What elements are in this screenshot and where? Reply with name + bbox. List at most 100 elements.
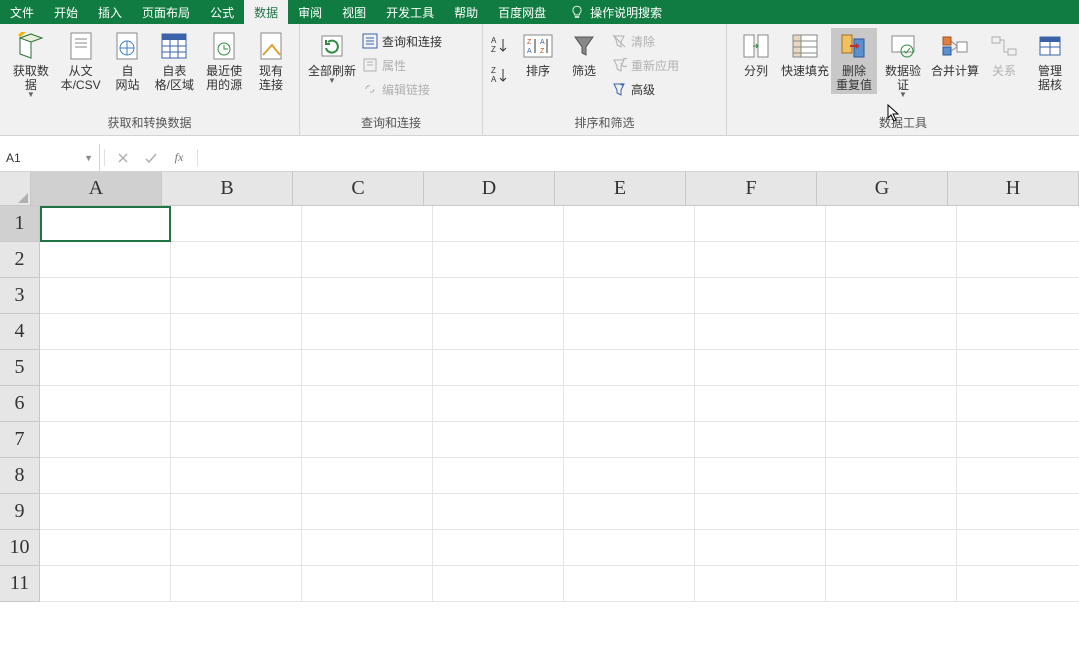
- cell[interactable]: [957, 314, 1079, 350]
- cell[interactable]: [171, 494, 302, 530]
- cell[interactable]: [433, 350, 564, 386]
- formula-input[interactable]: [202, 144, 1079, 171]
- cell[interactable]: [826, 530, 957, 566]
- col-header-d[interactable]: D: [424, 172, 555, 206]
- cell[interactable]: [826, 566, 957, 602]
- cell[interactable]: [957, 566, 1079, 602]
- row-header-1[interactable]: 1: [0, 206, 40, 242]
- cell[interactable]: [695, 530, 826, 566]
- edit-links-button[interactable]: 编辑链接: [358, 78, 446, 100]
- row-header-6[interactable]: 6: [0, 386, 40, 422]
- cell[interactable]: [40, 386, 171, 422]
- cell[interactable]: [564, 494, 695, 530]
- col-header-g[interactable]: G: [817, 172, 948, 206]
- cell[interactable]: [302, 530, 433, 566]
- cell[interactable]: [957, 206, 1079, 242]
- cell[interactable]: [302, 566, 433, 602]
- cell[interactable]: [433, 386, 564, 422]
- menu-view[interactable]: 视图: [332, 0, 376, 24]
- tell-me-search[interactable]: 操作说明搜索: [590, 4, 662, 21]
- enter-formula-button[interactable]: [137, 144, 165, 171]
- sort-desc-button[interactable]: ZA: [489, 64, 509, 86]
- cell[interactable]: [302, 350, 433, 386]
- cell[interactable]: [171, 242, 302, 278]
- cell[interactable]: [957, 458, 1079, 494]
- cell[interactable]: [302, 386, 433, 422]
- cell[interactable]: [564, 458, 695, 494]
- menu-home[interactable]: 开始: [44, 0, 88, 24]
- row-header-5[interactable]: 5: [0, 350, 40, 386]
- cell[interactable]: [433, 530, 564, 566]
- cell[interactable]: [433, 278, 564, 314]
- cell[interactable]: [564, 206, 695, 242]
- clear-filter-button[interactable]: 清除: [607, 30, 683, 52]
- cell[interactable]: [826, 422, 957, 458]
- cell[interactable]: [433, 314, 564, 350]
- cell[interactable]: [40, 242, 171, 278]
- cell[interactable]: [957, 422, 1079, 458]
- cell[interactable]: [695, 494, 826, 530]
- cell[interactable]: [957, 494, 1079, 530]
- from-text-csv-button[interactable]: 从文本/CSV: [56, 28, 106, 94]
- cell[interactable]: [957, 278, 1079, 314]
- cell[interactable]: [695, 206, 826, 242]
- sort-asc-button[interactable]: AZ: [489, 34, 509, 56]
- get-data-button[interactable]: 获取数据 ▼: [6, 28, 56, 101]
- text-to-columns-button[interactable]: 分列: [733, 28, 779, 80]
- manage-data-model-button[interactable]: 管理据核: [1027, 28, 1073, 94]
- cell[interactable]: [40, 566, 171, 602]
- cell[interactable]: [171, 386, 302, 422]
- cell[interactable]: [171, 458, 302, 494]
- row-header-8[interactable]: 8: [0, 458, 40, 494]
- cell[interactable]: [433, 242, 564, 278]
- cell[interactable]: [826, 314, 957, 350]
- relationships-button[interactable]: 关系: [981, 28, 1027, 80]
- cell[interactable]: [433, 566, 564, 602]
- col-header-f[interactable]: F: [686, 172, 817, 206]
- from-web-button[interactable]: 自网站: [105, 28, 149, 94]
- menu-devtools[interactable]: 开发工具: [376, 0, 444, 24]
- cell[interactable]: [433, 422, 564, 458]
- sort-button[interactable]: ZAAZ 排序: [515, 28, 561, 80]
- cell[interactable]: [826, 350, 957, 386]
- cell[interactable]: [826, 494, 957, 530]
- insert-function-button[interactable]: fx: [165, 144, 193, 171]
- cell[interactable]: [171, 530, 302, 566]
- cell[interactable]: [564, 350, 695, 386]
- col-header-e[interactable]: E: [555, 172, 686, 206]
- recent-sources-button[interactable]: 最近使用的源: [199, 28, 249, 94]
- cell[interactable]: [171, 566, 302, 602]
- cell[interactable]: [957, 350, 1079, 386]
- cell[interactable]: [171, 206, 302, 242]
- menu-pagelayout[interactable]: 页面布局: [132, 0, 200, 24]
- cell[interactable]: [302, 458, 433, 494]
- flash-fill-button[interactable]: 快速填充: [779, 28, 831, 80]
- row-header-2[interactable]: 2: [0, 242, 40, 278]
- cell[interactable]: [564, 530, 695, 566]
- menu-insert[interactable]: 插入: [88, 0, 132, 24]
- col-header-c[interactable]: C: [293, 172, 424, 206]
- cell[interactable]: [40, 530, 171, 566]
- menu-formulas[interactable]: 公式: [200, 0, 244, 24]
- cell[interactable]: [40, 350, 171, 386]
- cell[interactable]: [826, 206, 957, 242]
- cell[interactable]: [564, 314, 695, 350]
- menu-file[interactable]: 文件: [0, 0, 44, 24]
- cell[interactable]: [171, 314, 302, 350]
- cell[interactable]: [826, 458, 957, 494]
- menu-review[interactable]: 审阅: [288, 0, 332, 24]
- from-table-range-button[interactable]: 自表格/区域: [149, 28, 199, 94]
- cell[interactable]: [171, 278, 302, 314]
- cell[interactable]: [957, 242, 1079, 278]
- cell[interactable]: [40, 278, 171, 314]
- cell[interactable]: [695, 566, 826, 602]
- cell[interactable]: [826, 242, 957, 278]
- cell[interactable]: [957, 386, 1079, 422]
- cell[interactable]: [302, 494, 433, 530]
- remove-duplicates-button[interactable]: 删除重复值: [831, 28, 877, 94]
- row-header-3[interactable]: 3: [0, 278, 40, 314]
- menu-baidu[interactable]: 百度网盘: [488, 0, 556, 24]
- cell[interactable]: [826, 386, 957, 422]
- cell[interactable]: [302, 422, 433, 458]
- cell[interactable]: [564, 422, 695, 458]
